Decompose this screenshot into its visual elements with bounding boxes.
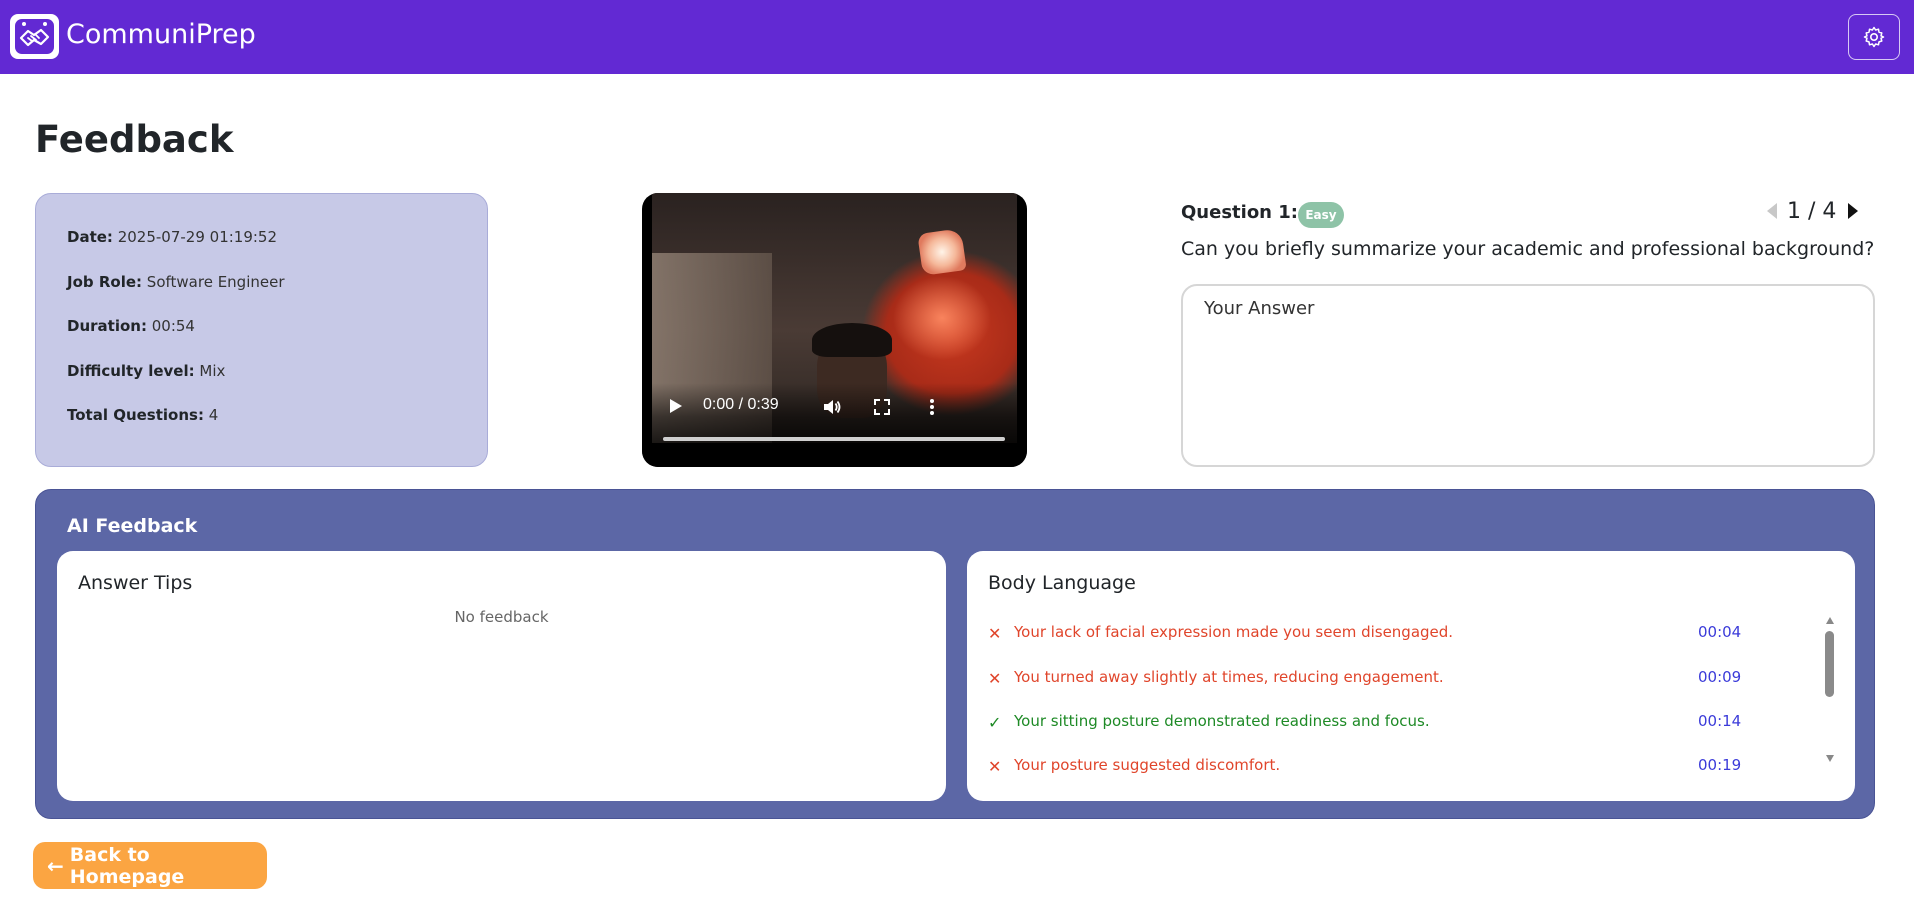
top-navbar: CommuniPrep xyxy=(0,0,1914,74)
info-duration-value: 00:54 xyxy=(151,317,195,335)
settings-button[interactable] xyxy=(1848,14,1900,60)
volume-icon[interactable] xyxy=(822,397,842,417)
scroll-thumb[interactable] xyxy=(1825,631,1834,697)
arrow-left-icon: ← xyxy=(47,853,64,878)
body-language-title: Body Language xyxy=(988,572,1136,594)
timestamp-link[interactable]: 00:19 xyxy=(1698,756,1741,774)
info-date: Date: 2025-07-29 01:19:52 xyxy=(67,228,487,273)
info-difficulty-value: Mix xyxy=(199,361,226,380)
info-difficulty: Difficulty level: Mix xyxy=(67,362,487,407)
video-time: 0:00 / 0:39 xyxy=(703,396,779,413)
video-progress-bar[interactable] xyxy=(663,437,1005,441)
page-title: Feedback xyxy=(35,118,234,161)
info-role-value: Software Engineer xyxy=(146,272,285,291)
info-total-label: Total Questions: xyxy=(67,406,204,424)
answer-tips-card: Answer Tips No feedback xyxy=(57,551,946,801)
info-duration: Duration: 00:54 xyxy=(67,317,487,362)
fullscreen-icon[interactable] xyxy=(872,397,892,417)
info-job-role: Job Role: Software Engineer xyxy=(67,273,487,318)
list-item: ✓ Your sitting posture demonstrated read… xyxy=(988,712,1788,734)
answer-field[interactable]: Your Answer xyxy=(1181,284,1875,467)
ai-feedback-panel: AI Feedback Answer Tips No feedback Body… xyxy=(35,489,1875,819)
cross-icon: ✕ xyxy=(988,757,1002,776)
session-info-card: Date: 2025-07-29 01:19:52 Job Role: Soft… xyxy=(35,193,488,467)
timestamp-link[interactable]: 00:14 xyxy=(1698,712,1741,730)
info-date-label: Date: xyxy=(67,228,113,246)
brand-name[interactable]: CommuniPrep xyxy=(66,19,256,50)
info-role-label: Job Role: xyxy=(67,272,143,291)
list-item: ✕ You turned away slightly at times, red… xyxy=(988,668,1788,690)
handshake-icon[interactable] xyxy=(10,14,59,59)
video-person-hair xyxy=(812,323,892,357)
answer-placeholder: Your Answer xyxy=(1204,298,1315,319)
check-icon: ✓ xyxy=(988,713,1002,732)
info-total-value: 4 xyxy=(208,406,219,424)
info-date-value: 2025-07-29 01:19:52 xyxy=(117,228,278,246)
body-language-list[interactable]: ✕ Your lack of facial expression made yo… xyxy=(967,608,1827,784)
cross-icon: ✕ xyxy=(988,669,1002,688)
cross-icon: ✕ xyxy=(988,624,1002,643)
scroll-up-icon[interactable] xyxy=(1826,617,1834,624)
play-icon[interactable] xyxy=(670,399,682,413)
question-pager: 1 / 4 xyxy=(1767,197,1859,225)
question-text: Can you briefly summarize your academic … xyxy=(1181,238,1875,260)
video-lamp xyxy=(917,228,967,276)
video-controls xyxy=(642,383,1027,467)
timestamp-link[interactable]: 00:04 xyxy=(1698,623,1741,641)
scrollbar[interactable] xyxy=(1823,617,1837,763)
pager-text: 1 / 4 xyxy=(1787,198,1837,224)
ai-feedback-title: AI Feedback xyxy=(67,515,198,537)
info-total-questions: Total Questions: 4 xyxy=(67,406,487,451)
info-difficulty-label: Difficulty level: xyxy=(67,361,195,380)
gear-icon xyxy=(1863,26,1885,48)
next-question-icon[interactable] xyxy=(1848,203,1859,219)
question-label: Question 1: xyxy=(1181,202,1298,223)
list-item: ✕ Your lack of facial expression made yo… xyxy=(988,623,1788,645)
feedback-text: Your posture suggested discomfort. xyxy=(1014,756,1281,774)
more-vert-icon[interactable] xyxy=(922,397,942,417)
feedback-text: Your lack of facial expression made you … xyxy=(1014,623,1454,641)
body-language-card: Body Language ✕ Your lack of facial expr… xyxy=(967,551,1855,801)
video-player[interactable]: 0:00 / 0:39 xyxy=(642,193,1027,467)
back-to-homepage-button[interactable]: ← Back to Homepage xyxy=(33,842,267,889)
scroll-down-icon[interactable] xyxy=(1826,755,1834,762)
feedback-text: You turned away slightly at times, reduc… xyxy=(1014,668,1444,686)
info-duration-label: Duration: xyxy=(67,317,147,335)
answer-tips-title: Answer Tips xyxy=(78,572,193,594)
timestamp-link[interactable]: 00:09 xyxy=(1698,668,1741,686)
list-item: ✕ Your posture suggested discomfort. 00:… xyxy=(988,756,1788,778)
difficulty-badge: Easy xyxy=(1298,202,1344,228)
back-button-label: Back to Homepage xyxy=(69,843,185,888)
feedback-text: Your sitting posture demonstrated readin… xyxy=(1014,712,1430,730)
prev-question-icon[interactable] xyxy=(1767,203,1777,219)
no-feedback-text: No feedback xyxy=(454,608,549,626)
